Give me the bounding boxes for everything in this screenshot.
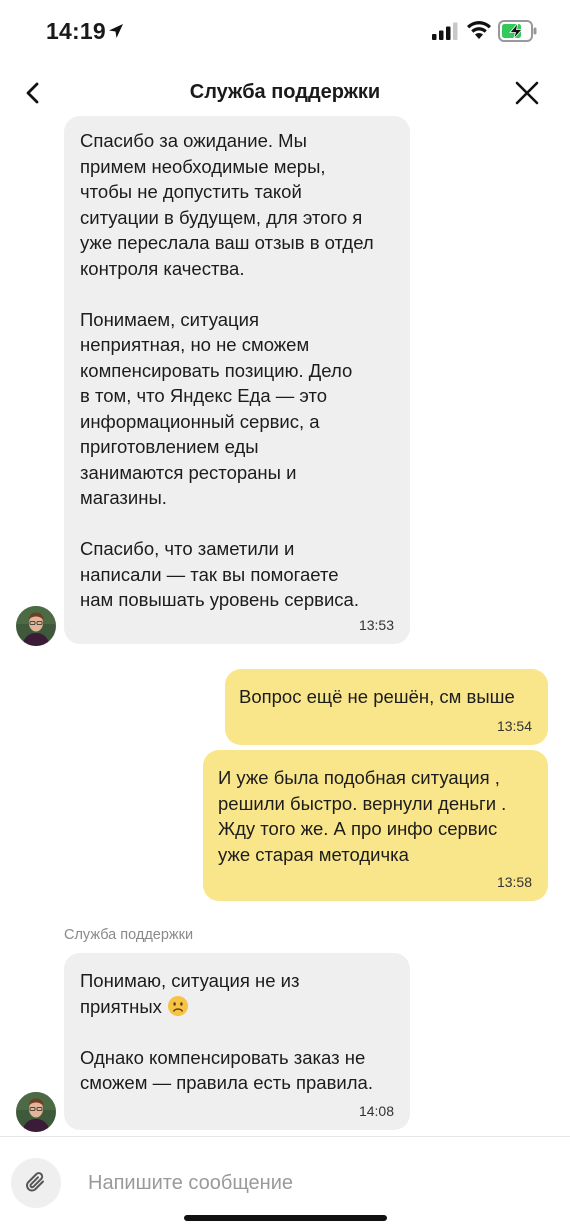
status-time: 14:19 (46, 18, 106, 44)
chat-screen: 14:19 Служба поддержки Спасибо за ожидан… (0, 0, 570, 1232)
message-input[interactable] (74, 1161, 570, 1205)
support-agent-avatar[interactable] (16, 606, 56, 646)
home-indicator (184, 1215, 387, 1221)
sender-name: Служба поддержки (64, 927, 194, 943)
incoming-message-bubble: Понимаю, ситуация не из приятных Однако … (64, 953, 410, 1130)
message-text-line: Понимаю, ситуация не из (80, 970, 300, 991)
chat-header: Служба поддержки (0, 64, 570, 122)
paperclip-icon (26, 1172, 44, 1192)
outgoing-message-bubble: И уже была подобная ситуация , решили бы… (203, 750, 548, 901)
message-time: 14:08 (358, 1103, 394, 1119)
slightly-frowning-face-emoji (168, 995, 189, 1016)
page-title: Служба поддержки (189, 81, 381, 103)
message-text: Вопрос ещё не решён, см выше (239, 686, 515, 707)
message-time: 13:58 (496, 874, 532, 890)
wifi-icon (467, 21, 491, 39)
battery-charging-icon (498, 20, 537, 42)
message-text: Понимаю, ситуация не из приятных Однако … (80, 968, 410, 1096)
cellular-signal-icon (432, 22, 458, 40)
close-icon (515, 81, 539, 105)
outgoing-message-bubble: Вопрос ещё не решён, см выше 13:54 (225, 669, 548, 745)
message-text: И уже была подобная ситуация , решили бы… (218, 767, 507, 865)
status-bar: 14:19 (0, 0, 570, 64)
message-time: 13:53 (358, 617, 394, 633)
message-text-line: Однако компенсировать заказ не сможем — … (80, 1046, 373, 1094)
incoming-message-bubble: Спасибо за ожидание. Мы примем необходим… (64, 116, 410, 644)
message-text-line: приятных (80, 995, 162, 1017)
message-text: Спасибо за ожидание. Мы примем необходим… (80, 130, 374, 610)
close-button[interactable] (512, 78, 542, 108)
support-agent-avatar[interactable] (16, 1092, 56, 1132)
message-time: 13:54 (496, 718, 532, 734)
location-arrow-icon (109, 24, 123, 38)
attach-button[interactable] (11, 1158, 61, 1208)
